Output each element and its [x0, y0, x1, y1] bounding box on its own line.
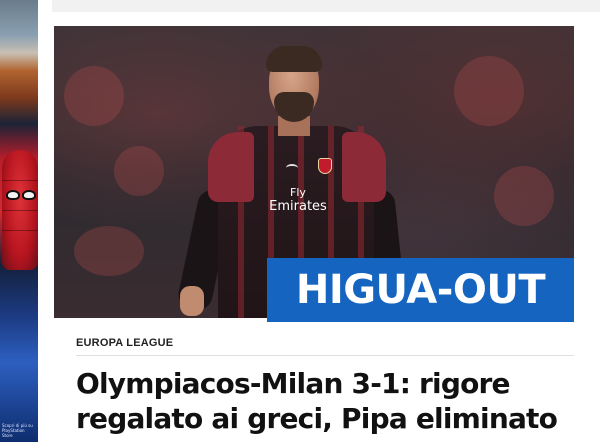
kit-brand-icon — [286, 164, 298, 172]
player-hand — [180, 286, 204, 316]
article-title-line-2: regalato ai greci, Pipa eliminato — [76, 402, 558, 435]
jersey-shoulder-right — [342, 132, 386, 202]
article-title[interactable]: Olympiacos-Milan 3-1: rigore regalato ai… — [76, 366, 596, 436]
crowd-blur — [454, 56, 524, 126]
crowd-blur — [74, 226, 144, 276]
mask-web-line — [2, 180, 38, 181]
mask-eye-right — [22, 190, 36, 200]
crowd-blur — [114, 146, 164, 196]
mask-web-line — [2, 230, 38, 231]
article-category-link[interactable]: EUROPA LEAGUE — [76, 337, 173, 349]
sponsor-line-2: Emirates — [269, 199, 327, 214]
header-bar — [52, 0, 600, 12]
headline-overlay[interactable]: HIGUA-OUT — [267, 258, 574, 322]
divider — [76, 355, 574, 356]
club-crest-icon — [318, 158, 332, 174]
player-hair — [266, 46, 322, 72]
article-title-line-1: Olympiacos-Milan 3-1: rigore — [76, 367, 511, 400]
crowd-blur — [494, 166, 554, 226]
crowd-blur — [64, 66, 124, 126]
jersey-sponsor: Fly Emirates — [258, 186, 338, 214]
jersey-shoulder-left — [208, 132, 254, 202]
mask-web-line — [2, 210, 38, 211]
side-advertisement[interactable]: Scopri di più su PlayStation Store — [0, 0, 38, 442]
ad-fine-print: Scopri di più su PlayStation Store — [2, 423, 33, 438]
mask-eye-left — [6, 190, 20, 200]
spiderman-ad-graphic — [2, 150, 38, 270]
sponsor-line-1: Fly — [290, 186, 306, 199]
overlay-headline-text: HIGUA-OUT — [295, 267, 546, 313]
